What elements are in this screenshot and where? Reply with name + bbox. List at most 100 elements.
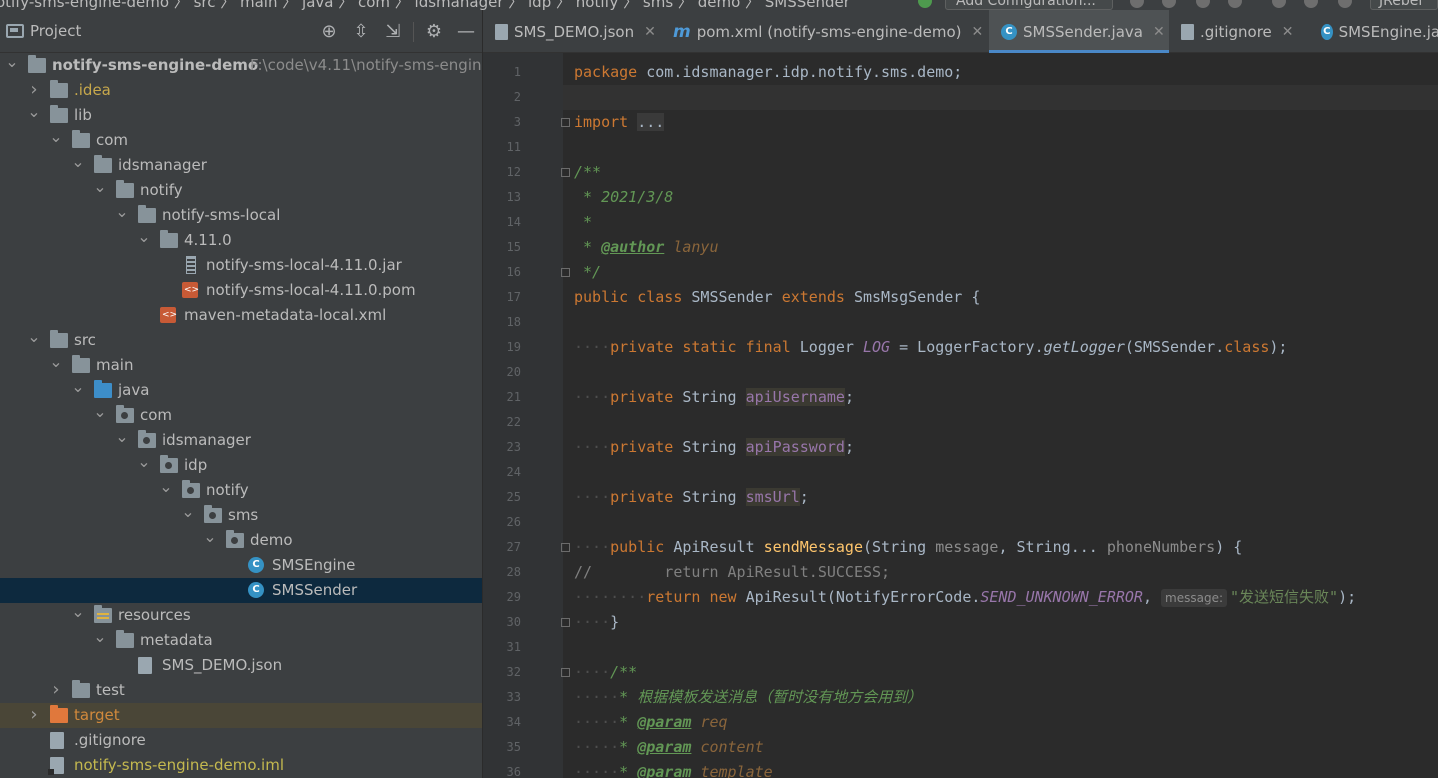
code-line[interactable]: ····private String smsUrl; xyxy=(574,485,809,510)
chevron-right-icon[interactable]: › xyxy=(48,678,64,703)
code-line[interactable]: ·····* @param req xyxy=(574,710,728,735)
tree-item[interactable]: maven-metadata-local.xml xyxy=(0,303,482,328)
code-line[interactable]: ····private String apiUsername; xyxy=(574,385,854,410)
coverage-icon[interactable] xyxy=(1196,0,1210,8)
locate-file-icon[interactable]: ⊕ xyxy=(313,10,345,53)
code-line[interactable]: // return ApiResult.SUCCESS; xyxy=(574,560,890,585)
tree-item[interactable]: ⌄ src xyxy=(0,328,482,353)
tree-item[interactable]: SMS_DEMO.json xyxy=(0,653,482,678)
chevron-down-icon[interactable]: ⌄ xyxy=(180,503,196,528)
tree-item[interactable]: ⌄ com xyxy=(0,403,482,428)
chevron-down-icon[interactable]: ⌄ xyxy=(26,103,42,128)
chevron-down-icon[interactable]: ⌄ xyxy=(158,478,174,503)
tree-item[interactable]: ⌄ idsmanager xyxy=(0,153,482,178)
tree-item[interactable]: .gitignore xyxy=(0,728,482,753)
tree-item[interactable]: › test xyxy=(0,678,482,703)
tree-item[interactable]: C SMSSender xyxy=(0,578,482,603)
code-line[interactable]: package com.idsmanager.idp.notify.sms.de… xyxy=(574,60,962,85)
editor-tab[interactable]: C SMSEngine.jav xyxy=(1309,10,1438,53)
close-icon[interactable]: ✕ xyxy=(644,24,656,40)
code-line[interactable]: ····private String apiPassword; xyxy=(574,435,854,460)
chevron-down-icon[interactable]: ⌄ xyxy=(114,428,130,453)
chevron-down-icon[interactable]: ⌄ xyxy=(4,53,20,78)
tree-item[interactable]: notify-sms-local-4.11.0.pom xyxy=(0,278,482,303)
editor-tab[interactable]: SMS_DEMO.json ✕ xyxy=(483,10,661,53)
tree-item[interactable]: ⌄ demo xyxy=(0,528,482,553)
chevron-down-icon[interactable]: ⌄ xyxy=(136,453,152,478)
stop-icon[interactable] xyxy=(1272,0,1286,8)
vcs-icon[interactable] xyxy=(1304,0,1318,8)
code-line[interactable]: ····} xyxy=(574,610,619,635)
editor-tab[interactable]: .gitignore ✕ xyxy=(1169,10,1309,53)
tree-item[interactable]: ⌄ resources xyxy=(0,603,482,628)
tree-item[interactable]: ⌄ idp xyxy=(0,453,482,478)
code-line[interactable]: ····/** xyxy=(574,660,637,685)
chevron-down-icon[interactable]: ⌄ xyxy=(92,178,108,203)
tree-item[interactable]: › target xyxy=(0,703,482,728)
code-line[interactable]: ·····* 根据模板发送消息（暂时没有地方会用到） xyxy=(574,685,922,710)
tree-item[interactable]: ⌄ metadata xyxy=(0,628,482,653)
chevron-down-icon[interactable]: ⌄ xyxy=(202,528,218,553)
chevron-down-icon[interactable]: ⌄ xyxy=(92,628,108,653)
tree-item[interactable]: C SMSEngine xyxy=(0,553,482,578)
tree-item[interactable]: ⌄ idsmanager xyxy=(0,428,482,453)
debug-icon[interactable] xyxy=(1162,0,1176,8)
code-line[interactable]: * @author lanyu xyxy=(574,235,718,260)
tree-item[interactable]: ⌄ notify-sms-engine-demo F:\code\v4.11\not… xyxy=(0,53,482,78)
tree-item[interactable]: ⌄ notify xyxy=(0,478,482,503)
chevron-down-icon[interactable]: ⌄ xyxy=(48,128,64,153)
editor-code-area[interactable]: package com.idsmanager.idp.notify.sms.de… xyxy=(563,53,1438,778)
gitignore-file-icon xyxy=(50,732,64,749)
code-line[interactable]: public class SMSSender extends SmsMsgSen… xyxy=(574,285,980,310)
project-view-icon[interactable] xyxy=(6,24,24,38)
tree-item[interactable]: ⌄ com xyxy=(0,128,482,153)
chevron-right-icon[interactable]: › xyxy=(26,703,42,728)
code-line[interactable]: ········return new ApiResult(NotifyError… xyxy=(574,585,1356,610)
code-line[interactable]: ····private static final Logger LOG = Lo… xyxy=(574,335,1287,360)
collapse-all-icon[interactable]: ⇲ xyxy=(377,10,409,53)
close-icon[interactable]: ✕ xyxy=(971,24,983,40)
tree-item[interactable]: ⌄ java xyxy=(0,378,482,403)
close-icon[interactable]: ✕ xyxy=(1153,24,1165,40)
chevron-down-icon[interactable]: ⌄ xyxy=(70,378,86,403)
tree-item[interactable]: notify-sms-local-4.11.0.jar xyxy=(0,253,482,278)
tree-item[interactable]: ⌄ notify xyxy=(0,178,482,203)
chevron-down-icon[interactable]: ⌄ xyxy=(114,203,130,228)
chevron-down-icon[interactable]: ⌄ xyxy=(70,153,86,178)
editor-tab[interactable]: C SMSSender.java ✕ xyxy=(989,10,1169,53)
run-configuration-dropdown[interactable]: Add Configuration... xyxy=(945,0,1113,10)
gear-icon[interactable]: ⚙ xyxy=(418,10,450,53)
tree-item[interactable]: ⌄ notify-sms-local xyxy=(0,203,482,228)
chevron-down-icon[interactable]: ⌄ xyxy=(92,403,108,428)
build-icon[interactable] xyxy=(918,0,932,8)
tree-item[interactable]: ⌄ lib xyxy=(0,103,482,128)
project-view-title[interactable]: Project xyxy=(30,22,81,40)
editor-tab[interactable]: m pom.xml (notify-sms-engine-demo) ✕ xyxy=(661,10,989,53)
run-icon[interactable] xyxy=(1130,0,1144,8)
tree-item[interactable]: ⌄ sms xyxy=(0,503,482,528)
code-line[interactable]: ·····* @param template xyxy=(574,760,773,778)
tree-item[interactable]: notify-sms-engine-demo.iml xyxy=(0,753,482,778)
code-line[interactable]: ·····* @param content xyxy=(574,735,764,760)
code-line[interactable]: import ... xyxy=(574,110,665,135)
navigation-breadcrumb[interactable]: otify-sms-engine-demo 〉 src 〉 main 〉 jav… xyxy=(0,0,850,10)
close-icon[interactable]: ✕ xyxy=(1282,24,1294,40)
chevron-down-icon[interactable]: ⌄ xyxy=(136,228,152,253)
tree-item[interactable]: ⌄ main xyxy=(0,353,482,378)
jrebel-logo-icon[interactable] xyxy=(1338,0,1352,8)
chevron-down-icon[interactable]: ⌄ xyxy=(70,603,86,628)
profile-icon[interactable] xyxy=(1228,0,1242,8)
tree-item[interactable]: › .idea xyxy=(0,78,482,103)
expand-all-icon[interactable]: ⇳ xyxy=(345,10,377,53)
chevron-down-icon[interactable]: ⌄ xyxy=(48,353,64,378)
code-line[interactable]: */ xyxy=(574,260,601,285)
code-line[interactable]: ····public ApiResult sendMessage(String … xyxy=(574,535,1242,560)
code-line[interactable]: /** xyxy=(574,160,601,185)
tree-item[interactable]: ⌄ 4.11.0 xyxy=(0,228,482,253)
code-line[interactable]: * xyxy=(574,210,592,235)
minimize-icon[interactable]: — xyxy=(450,10,482,53)
chevron-right-icon[interactable]: › xyxy=(26,78,42,103)
jrebel-button[interactable]: JRebel xyxy=(1370,0,1438,10)
chevron-down-icon[interactable]: ⌄ xyxy=(26,328,42,353)
code-line[interactable]: * 2021/3/8 xyxy=(574,185,673,210)
